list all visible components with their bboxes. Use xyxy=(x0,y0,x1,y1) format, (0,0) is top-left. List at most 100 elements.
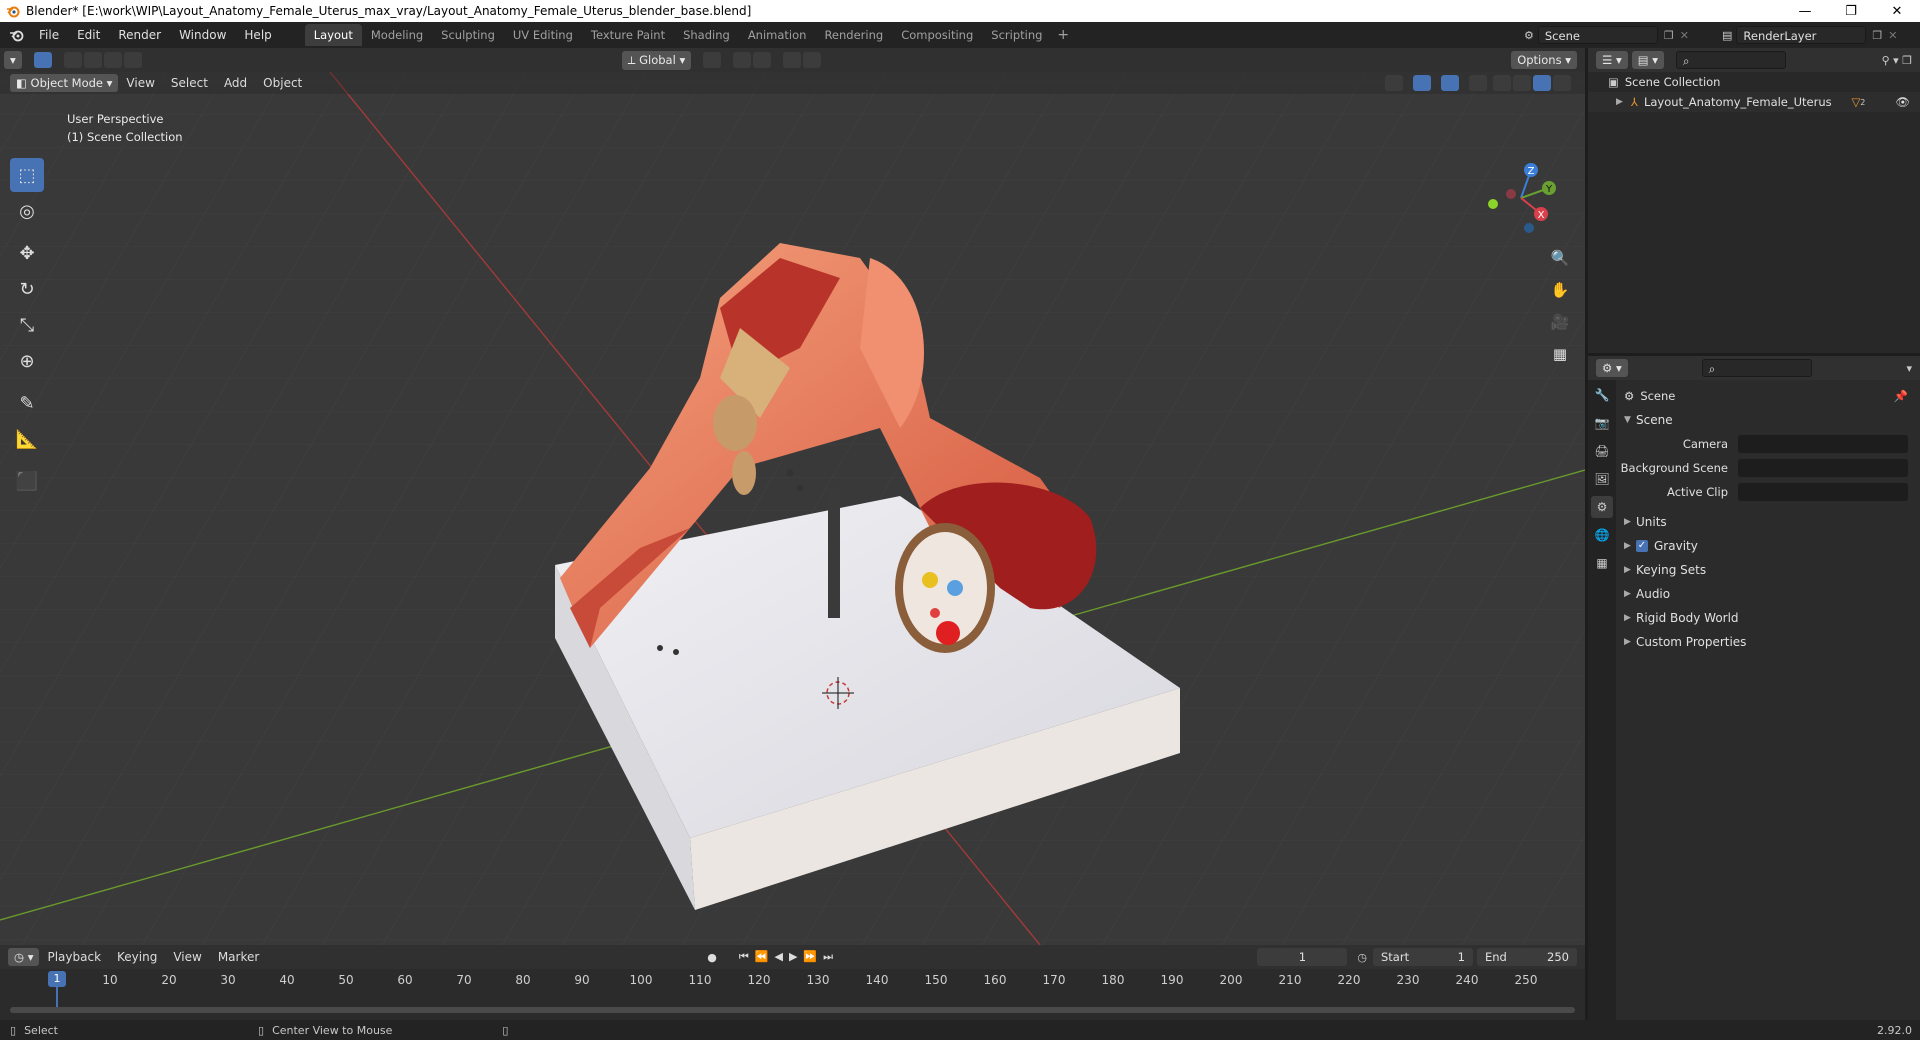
record-icon[interactable]: ● xyxy=(707,951,717,964)
select-intersect-icon[interactable] xyxy=(123,52,142,68)
timeline-area[interactable]: 1 10 20 30 40 50 60 70 80 90 100 110 120… xyxy=(0,969,1585,1020)
timeline-menu-view[interactable]: View xyxy=(165,950,209,964)
tab-animation[interactable]: Animation xyxy=(739,24,816,46)
options-dropdown[interactable]: Options ▾ xyxy=(1511,51,1577,69)
end-frame-field[interactable]: End 250 xyxy=(1477,948,1577,966)
render-tab-icon[interactable]: 📷 xyxy=(1591,412,1613,434)
menu-window[interactable]: Window xyxy=(170,28,235,42)
gravity-panel[interactable]: ▶ ✓ Gravity xyxy=(1618,534,1918,558)
view-layer-tab-icon[interactable]: 🖼 xyxy=(1591,468,1613,490)
world-tab-icon[interactable]: 🌐 xyxy=(1591,524,1613,546)
timeline-editor-type-icon[interactable]: ◷ ▾ xyxy=(8,948,40,966)
visibility-icon[interactable] xyxy=(1385,75,1403,91)
menu-file[interactable]: File xyxy=(30,28,68,42)
output-tab-icon[interactable]: 🖨 xyxy=(1591,440,1613,462)
tab-uv-editing[interactable]: UV Editing xyxy=(504,24,582,46)
delete-render-layer-icon[interactable]: ✕ xyxy=(1888,29,1897,42)
select-new-icon[interactable] xyxy=(63,52,82,68)
viewport-menu-view[interactable]: View xyxy=(118,76,162,90)
tab-scripting[interactable]: Scripting xyxy=(982,24,1051,46)
tool-tab-icon[interactable]: 🔧 xyxy=(1591,384,1613,406)
custom-properties-panel[interactable]: ▶ Custom Properties xyxy=(1618,630,1918,654)
measure-tool-icon[interactable]: 📐 xyxy=(10,422,44,456)
close-button[interactable]: ✕ xyxy=(1874,4,1920,19)
snap-icon[interactable] xyxy=(733,52,752,68)
overlay-toggle-icon[interactable] xyxy=(1441,75,1459,91)
scene-name-field[interactable]: Scene xyxy=(1537,26,1658,44)
blender-menu-icon[interactable] xyxy=(8,28,26,42)
gravity-checkbox[interactable]: ✓ xyxy=(1636,540,1648,552)
ortho-grid-icon[interactable]: ▦ xyxy=(1546,340,1574,368)
select-subtract-icon[interactable] xyxy=(103,52,122,68)
tab-compositing[interactable]: Compositing xyxy=(892,24,982,46)
viewport-menu-select[interactable]: Select xyxy=(163,76,216,90)
properties-search-input[interactable]: ⌕ xyxy=(1701,359,1812,377)
transform-orientation-dropdown[interactable]: ⟂ Global ▾ xyxy=(621,50,692,70)
menu-render[interactable]: Render xyxy=(109,28,170,42)
rigid-body-world-panel[interactable]: ▶ Rigid Body World xyxy=(1618,606,1918,630)
select-extend-icon[interactable] xyxy=(83,52,102,68)
navigation-gizmo[interactable]: Z Y X xyxy=(1481,158,1561,238)
timeline-menu-keying[interactable]: Keying xyxy=(109,950,165,964)
proportional-edit-icon[interactable] xyxy=(783,52,802,68)
start-frame-field[interactable]: Start 1 xyxy=(1373,948,1473,966)
clock-icon[interactable]: ◷ xyxy=(1357,951,1367,964)
zoom-icon[interactable]: 🔍 xyxy=(1546,244,1574,272)
xray-toggle-icon[interactable] xyxy=(1469,75,1487,91)
viewport-menu-add[interactable]: Add xyxy=(216,76,255,90)
new-render-layer-icon[interactable]: ❐ xyxy=(1872,29,1882,42)
tab-shading[interactable]: Shading xyxy=(674,24,739,46)
scene-selector[interactable]: ⚙ Scene ❐ ✕ xyxy=(1524,25,1689,45)
move-tool-icon[interactable]: ✥ xyxy=(10,236,44,270)
rotate-tool-icon[interactable]: ↻ xyxy=(10,272,44,306)
current-frame-field[interactable]: 1 xyxy=(1257,948,1348,966)
tab-layout[interactable]: Layout xyxy=(304,24,362,46)
add-workspace-button[interactable]: + xyxy=(1051,27,1075,43)
annotate-tool-icon[interactable]: ✎ xyxy=(10,386,44,420)
material-shading-icon[interactable] xyxy=(1533,75,1551,91)
playback-controls[interactable]: ⏮⏪◀▶⏩⏭ xyxy=(739,950,839,964)
active-clip-field[interactable] xyxy=(1738,483,1908,501)
outliner-search-input[interactable]: ⌕ xyxy=(1676,51,1787,69)
snap-target-icon[interactable] xyxy=(753,52,772,68)
restore-button[interactable]: ❐ xyxy=(1828,4,1874,19)
viewport-menu-object[interactable]: Object xyxy=(255,76,310,90)
units-panel[interactable]: ▶ Units xyxy=(1618,510,1918,534)
outliner-item[interactable]: ▶ ⅄ Layout_Anatomy_Female_Uterus ▽ 2 👁 xyxy=(1588,92,1920,112)
background-scene-field[interactable] xyxy=(1738,459,1908,477)
wireframe-shading-icon[interactable] xyxy=(1493,75,1511,91)
properties-options-icon[interactable]: ▾ xyxy=(1906,362,1912,375)
scene-panel-header[interactable]: ▼ Scene xyxy=(1618,408,1918,432)
add-cube-tool-icon[interactable]: ⬛ xyxy=(10,464,44,498)
3d-viewport[interactable]: User Perspective (1) Scene Collection Z … xyxy=(0,48,1585,945)
menu-help[interactable]: Help xyxy=(235,28,280,42)
outliner-editor-type-icon[interactable]: ☰ ▾ xyxy=(1596,51,1628,69)
camera-field[interactable] xyxy=(1738,435,1908,453)
minimize-button[interactable]: — xyxy=(1782,4,1828,19)
falloff-icon[interactable] xyxy=(803,52,822,68)
scene-tab-icon[interactable]: ⚙ xyxy=(1591,496,1613,518)
pan-hand-icon[interactable]: ✋ xyxy=(1546,276,1574,304)
display-mode-icon[interactable]: ▤ ▾ xyxy=(1631,51,1665,69)
new-scene-icon[interactable]: ❐ xyxy=(1664,29,1674,42)
gizmo-toggle-icon[interactable] xyxy=(1413,75,1431,91)
menu-edit[interactable]: Edit xyxy=(68,28,109,42)
outliner-scene-collection[interactable]: ▣ Scene Collection xyxy=(1588,72,1920,92)
filter-icon[interactable]: ⚲ ▾ ❐ xyxy=(1882,54,1912,67)
camera-view-icon[interactable]: 🎥 xyxy=(1546,308,1574,336)
expand-arrow-icon[interactable]: ▶ xyxy=(1616,97,1623,107)
delete-scene-icon[interactable]: ✕ xyxy=(1680,29,1689,42)
tab-modeling[interactable]: Modeling xyxy=(362,24,432,46)
timeline-menu-playback[interactable]: Playback xyxy=(39,950,109,964)
timeline-menu-marker[interactable]: Marker xyxy=(210,950,267,964)
transform-tool-icon[interactable]: ⊕ xyxy=(10,344,44,378)
pivot-point-icon[interactable] xyxy=(703,52,722,68)
keying-sets-panel[interactable]: ▶ Keying Sets xyxy=(1618,558,1918,582)
mode-dropdown[interactable]: ◧ Object Mode ▾ xyxy=(10,74,119,92)
properties-editor-type-icon[interactable]: ⚙ ▾ xyxy=(1596,359,1628,377)
tab-texture-paint[interactable]: Texture Paint xyxy=(582,24,674,46)
rendered-shading-icon[interactable] xyxy=(1553,75,1571,91)
solid-shading-icon[interactable] xyxy=(1513,75,1531,91)
timeline-scrollbar[interactable] xyxy=(10,1007,1575,1013)
render-layer-field[interactable]: RenderLayer xyxy=(1736,26,1867,44)
